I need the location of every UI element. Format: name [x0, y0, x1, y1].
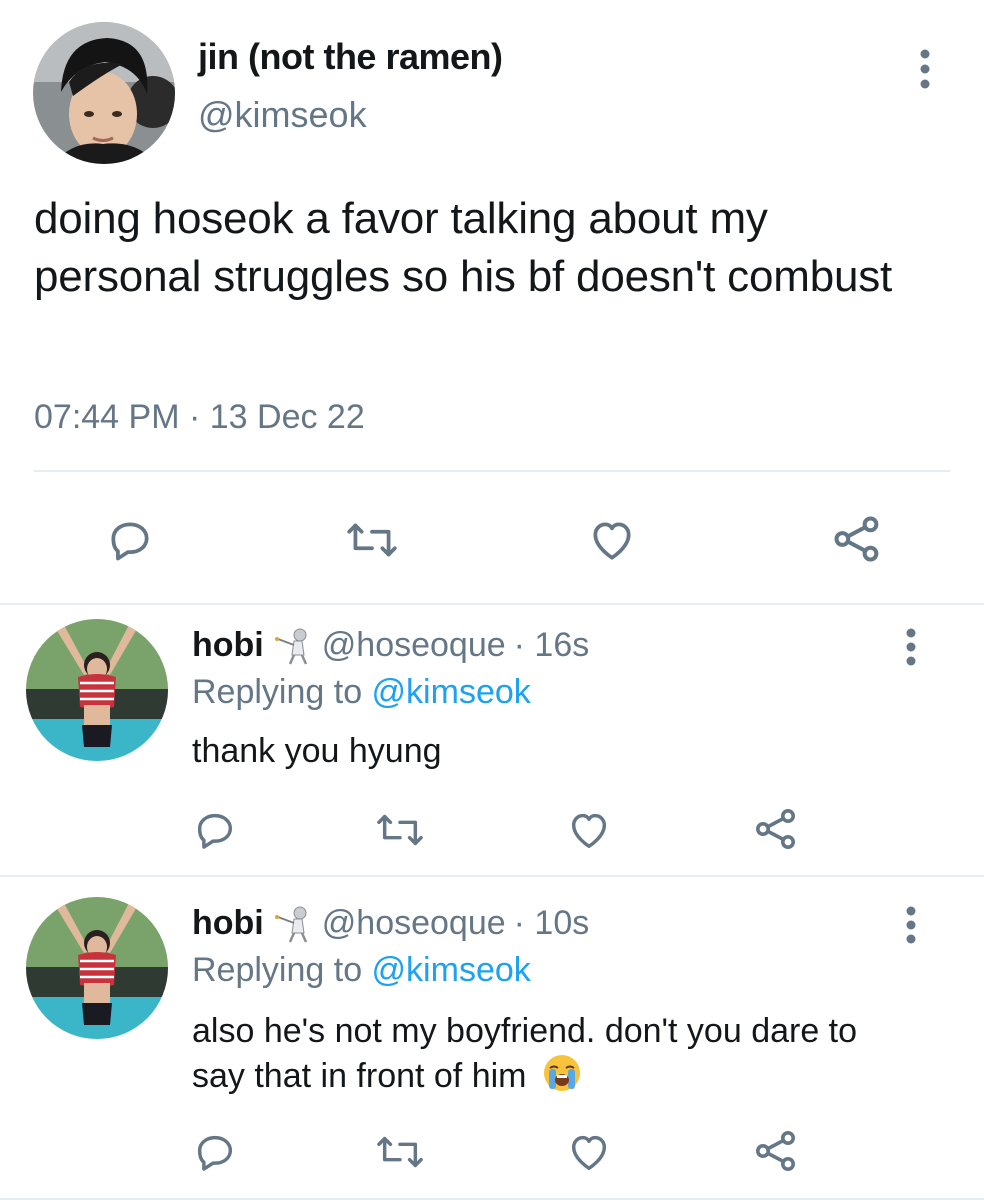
display-name[interactable]: hobi — [192, 904, 264, 943]
fencer-emoji — [272, 903, 312, 943]
reply-icon[interactable] — [102, 512, 158, 568]
reply-tweet[interactable]: hobi @hoseoque · 10s Replying to @kimseo… — [0, 877, 984, 1200]
handle[interactable]: @kimseok — [198, 94, 367, 136]
main-tweet: jin (not the ramen) @kimseok doing hoseo… — [0, 0, 984, 605]
timestamp[interactable]: 07:44 PM · 13 Dec 22 — [34, 398, 365, 437]
avatar[interactable] — [26, 897, 168, 1039]
mention-link[interactable]: @kimseok — [372, 951, 531, 989]
loudly-crying-face-emoji — [542, 1053, 582, 1104]
replying-to: Replying to @kimseok — [192, 673, 531, 712]
avatar[interactable] — [33, 22, 175, 164]
retweet-icon[interactable] — [372, 1127, 428, 1177]
more-vertical-icon[interactable] — [896, 627, 926, 667]
heart-icon[interactable] — [584, 512, 640, 568]
handle[interactable]: @hoseoque — [322, 626, 506, 665]
replying-prefix: Replying to — [192, 673, 372, 711]
heart-icon[interactable] — [564, 1127, 614, 1177]
reply-text: also he's not my boyfriend. don't you da… — [192, 1012, 858, 1095]
more-vertical-icon[interactable] — [910, 46, 940, 92]
age: · 16s — [513, 625, 590, 664]
replying-prefix: Replying to — [192, 951, 372, 989]
reply-tweet[interactable]: hobi @hoseoque · 16s Replying to @kimseo… — [0, 605, 984, 877]
reply-header: hobi @hoseoque · 16s — [192, 625, 589, 665]
retweet-icon[interactable] — [342, 512, 402, 568]
heart-icon[interactable] — [564, 805, 614, 855]
age: · 10s — [513, 903, 590, 942]
tweet-text: doing hoseok a favor talking about my pe… — [34, 194, 893, 301]
retweet-icon[interactable] — [372, 805, 428, 855]
more-vertical-icon[interactable] — [896, 905, 926, 945]
display-name[interactable]: hobi — [192, 626, 264, 665]
reply-text-container: also he's not my boyfriend. don't you da… — [192, 1009, 912, 1104]
fencer-emoji — [272, 625, 312, 665]
mention-link[interactable]: @kimseok — [372, 673, 531, 711]
reply-text: thank you hyung — [192, 732, 442, 770]
share-icon[interactable] — [750, 803, 802, 855]
avatar[interactable] — [26, 619, 168, 761]
reply-icon[interactable] — [190, 1127, 240, 1177]
reply-icon[interactable] — [190, 805, 240, 855]
share-icon[interactable] — [750, 1125, 802, 1177]
divider — [34, 470, 950, 472]
replying-to: Replying to @kimseok — [192, 951, 531, 990]
display-name[interactable]: jin (not the ramen) — [198, 36, 503, 78]
reply-header: hobi @hoseoque · 10s — [192, 903, 589, 943]
handle[interactable]: @hoseoque — [322, 904, 506, 943]
share-icon[interactable] — [828, 510, 886, 568]
